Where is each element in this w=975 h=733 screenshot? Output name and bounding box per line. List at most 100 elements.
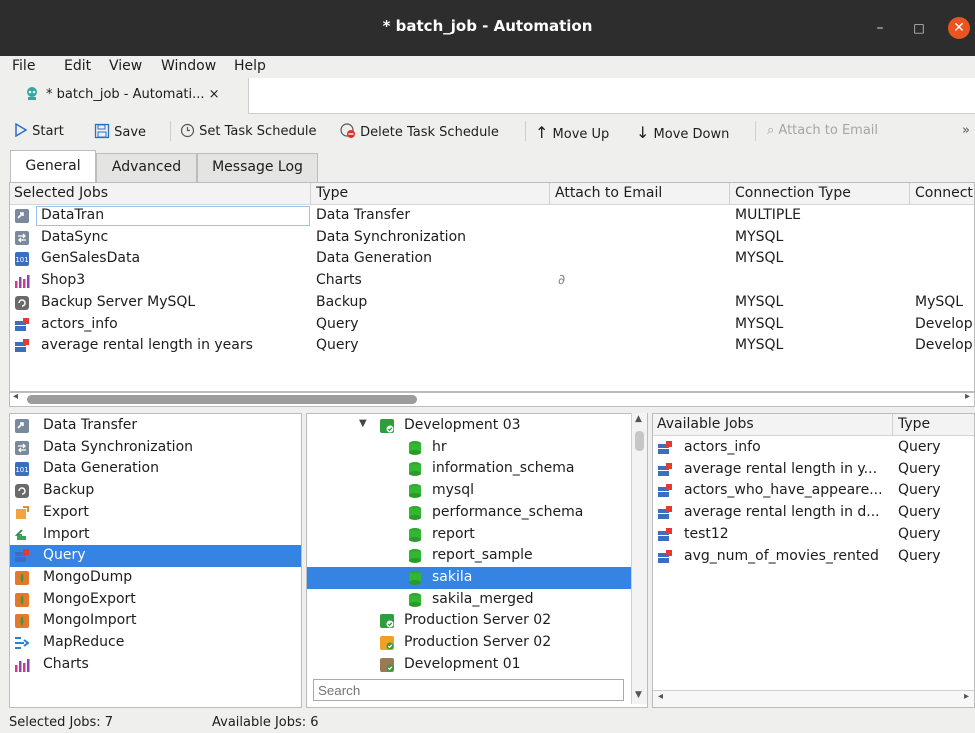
- job-type-item[interactable]: MongoDump: [10, 567, 301, 589]
- database-icon: [409, 505, 421, 520]
- column-header-available-jobs[interactable]: Available Jobs: [657, 416, 754, 432]
- tree-vertical-scrollbar[interactable]: ▲ ▼: [631, 413, 647, 704]
- table-row[interactable]: Backup Server MySQL Backup MYSQL MySQL: [10, 292, 974, 314]
- tree-node[interactable]: Production Server 02: [307, 632, 631, 654]
- job-name: GenSalesData: [41, 250, 141, 267]
- available-job-row[interactable]: actors_info Query: [653, 437, 974, 459]
- job-type-item[interactable]: Export: [10, 502, 301, 524]
- column-divider[interactable]: [310, 183, 311, 205]
- table-header: Selected Jobs Type Attach to Email Conne…: [10, 183, 974, 205]
- job-type-item[interactable]: Data Transfer: [10, 415, 301, 437]
- available-jobs-header: Available Jobs Type: [653, 414, 974, 436]
- scrollbar-thumb[interactable]: [635, 431, 644, 451]
- table-row[interactable]: 101 GenSalesData Data Generation MYSQL: [10, 248, 974, 270]
- job-type: Charts: [316, 272, 362, 289]
- column-divider[interactable]: [909, 183, 910, 205]
- expand-arrow-icon[interactable]: ▼: [359, 418, 367, 429]
- search-input[interactable]: [313, 679, 624, 701]
- column-divider[interactable]: [892, 414, 893, 436]
- available-job-row[interactable]: actors_who_have_appeare... Query: [653, 480, 974, 502]
- move-down-button[interactable]: ↓ Move Down: [636, 123, 729, 142]
- database-icon: [409, 570, 421, 585]
- tab-message-log[interactable]: Message Log: [197, 153, 318, 182]
- available-job-row[interactable]: average rental length in d... Query: [653, 502, 974, 524]
- arrow-down-icon: ↓: [636, 123, 650, 142]
- available-jobs-hscroll[interactable]: ◂ ▸: [653, 690, 974, 707]
- toolbar-separator: [755, 121, 756, 141]
- scroll-up-icon[interactable]: ▲: [635, 414, 642, 424]
- scroll-right-icon[interactable]: ▸: [964, 691, 969, 702]
- job-type-label: MapReduce: [43, 634, 125, 650]
- data-transfer-icon: [15, 209, 29, 223]
- tree-node[interactable]: hr: [307, 437, 631, 459]
- scrollbar-thumb[interactable]: [27, 395, 417, 404]
- menu-edit[interactable]: Edit: [64, 58, 91, 74]
- attach-to-email-button[interactable]: ⌕ Attach to Email: [767, 123, 878, 138]
- move-up-button[interactable]: ↑ Move Up: [535, 123, 609, 142]
- job-type-item[interactable]: Data Synchronization: [10, 437, 301, 459]
- document-tab[interactable]: * batch_job - Automati... ×: [0, 78, 249, 114]
- tree-node[interactable]: mysql: [307, 480, 631, 502]
- horizontal-scrollbar[interactable]: ◂ ▸: [9, 391, 975, 407]
- available-job-name: actors_info: [684, 439, 761, 455]
- menu-help[interactable]: Help: [234, 58, 266, 74]
- job-type-item[interactable]: MapReduce: [10, 632, 301, 654]
- job-type-item[interactable]: Import: [10, 524, 301, 546]
- scroll-down-icon[interactable]: ▼: [635, 690, 642, 700]
- menu-view[interactable]: View: [109, 58, 142, 74]
- tree-node[interactable]: Development 01: [307, 654, 631, 676]
- tree-node[interactable]: ▼ Development 03: [307, 415, 631, 437]
- available-job-row[interactable]: avg_num_of_movies_rented Query: [653, 546, 974, 568]
- query-icon: [658, 484, 672, 498]
- table-row[interactable]: average rental length in years Query MYSQL…: [10, 335, 974, 357]
- column-header-attach-to-email[interactable]: Attach to Email: [555, 185, 662, 201]
- maximize-button[interactable]: □: [909, 18, 929, 38]
- toolbar-overflow-button[interactable]: »: [962, 123, 970, 138]
- job-type-item[interactable]: MongoExport: [10, 589, 301, 611]
- job-type-item[interactable]: Query: [10, 545, 301, 568]
- column-header-type[interactable]: Type: [316, 185, 348, 201]
- scroll-right-icon[interactable]: ▸: [965, 391, 970, 402]
- job-type-item[interactable]: Charts: [10, 654, 301, 676]
- tree-node[interactable]: information_schema: [307, 458, 631, 480]
- start-button[interactable]: Start: [14, 122, 64, 139]
- table-row[interactable]: DataSync Data Synchronization MYSQL: [10, 227, 974, 249]
- tree-node[interactable]: Production Server 02: [307, 610, 631, 632]
- table-row[interactable]: Shop3 Charts ∂: [10, 270, 974, 292]
- backup-icon: [15, 295, 29, 310]
- column-header-connection[interactable]: Connecti: [915, 185, 974, 201]
- tab-general[interactable]: General: [10, 150, 96, 183]
- available-job-row[interactable]: test12 Query: [653, 524, 974, 546]
- tree-node[interactable]: sakila: [307, 566, 631, 589]
- menu-window[interactable]: Window: [161, 58, 216, 74]
- available-job-row[interactable]: average rental length in y... Query: [653, 459, 974, 481]
- tree-node[interactable]: report_sample: [307, 545, 631, 567]
- tree-node[interactable]: report: [307, 524, 631, 546]
- column-divider[interactable]: [549, 183, 550, 205]
- save-button[interactable]: Save: [94, 123, 146, 140]
- job-type-item[interactable]: Backup: [10, 480, 301, 502]
- delete-task-schedule-button[interactable]: Delete Task Schedule: [340, 123, 499, 140]
- connections-tree: ▼ Development 03 hr information_schema mysql…: [306, 413, 648, 708]
- scroll-left-icon[interactable]: ◂: [658, 691, 663, 702]
- table-row[interactable]: actors_info Query MYSQL Develop: [10, 314, 974, 336]
- column-header-type[interactable]: Type: [898, 416, 930, 432]
- job-type-item[interactable]: MongoImport: [10, 610, 301, 632]
- data-sync-icon: [15, 440, 29, 455]
- tree-node[interactable]: performance_schema: [307, 502, 631, 524]
- column-header-selected-jobs[interactable]: Selected Jobs: [14, 185, 108, 201]
- job-type: Backup: [316, 293, 368, 310]
- scroll-left-icon[interactable]: ◂: [13, 391, 18, 402]
- database-icon: [409, 549, 421, 564]
- minimize-button[interactable]: –: [870, 18, 890, 38]
- data-transfer-icon: [15, 419, 29, 433]
- tree-node[interactable]: sakila_merged: [307, 589, 631, 611]
- column-header-connection-type[interactable]: Connection Type: [735, 185, 851, 201]
- set-task-schedule-button[interactable]: Set Task Schedule: [180, 123, 317, 139]
- column-divider[interactable]: [729, 183, 730, 205]
- job-type-item[interactable]: 101 Data Generation: [10, 458, 301, 480]
- menu-file[interactable]: File: [12, 58, 35, 74]
- close-button[interactable]: ✕: [948, 17, 970, 39]
- table-row[interactable]: DataTran Data Transfer MULTIPLE: [10, 205, 974, 227]
- tab-advanced[interactable]: Advanced: [96, 153, 197, 182]
